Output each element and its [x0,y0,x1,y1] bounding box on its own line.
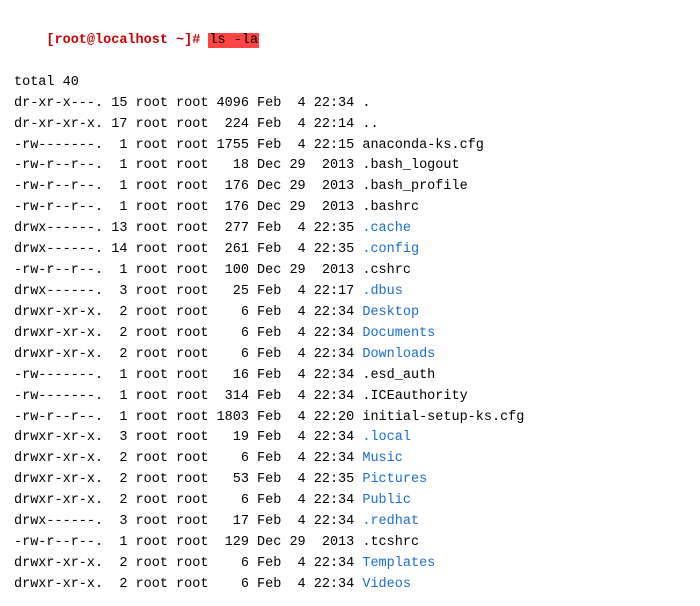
list-item: drwxr-xr-x. 2 root root 6 Feb 4 22:34 Te… [14,554,686,575]
file-meta: -rw-------. 1 root root 16 Feb 4 22:34 [14,368,362,383]
file-name: Downloads [362,347,435,362]
list-item: drwxr-xr-x. 2 root root 6 Feb 4 22:34 Do… [14,345,686,366]
file-name: .cache [362,221,411,236]
list-item: -rw-r--r--. 1 root root 176 Dec 29 2013 … [14,198,686,219]
file-meta: drwxr-xr-x. 2 root root 6 Feb 4 22:34 [14,577,362,592]
file-meta: -rw-r--r--. 1 root root 176 Dec 29 2013 [14,179,362,194]
list-item: -rw-r--r--. 1 root root 18 Dec 29 2013 .… [14,156,686,177]
file-meta: -rw-r--r--. 1 root root 18 Dec 29 2013 [14,158,362,173]
file-meta: -rw-r--r--. 1 root root 176 Dec 29 2013 [14,200,362,215]
file-meta: drwxr-xr-x. 2 root root 6 Feb 4 22:34 [14,347,362,362]
file-meta: drwx------. 3 root root 25 Feb 4 22:17 [14,284,362,299]
file-name: Public [362,493,411,508]
list-item: -rw-------. 1 root root 1755 Feb 4 22:15… [14,136,686,157]
file-meta: drwxr-xr-x. 2 root root 6 Feb 4 22:34 [14,493,362,508]
file-meta: -rw-------. 1 root root 314 Feb 4 22:34 [14,389,362,404]
file-name: Documents [362,326,435,341]
list-item: drwx------. 3 root root 25 Feb 4 22:17 .… [14,282,686,303]
file-name: Pictures [362,472,427,487]
file-name: .tcshrc [362,535,419,550]
file-meta: dr-xr-xr-x. 17 root root 224 Feb 4 22:14 [14,117,362,132]
list-item: dr-xr-xr-x. 17 root root 224 Feb 4 22:14… [14,115,686,136]
list-item: -rw-r--r--. 1 root root 1803 Feb 4 22:20… [14,408,686,429]
file-name: .esd_auth [362,368,435,383]
file-name: . [362,96,370,111]
list-item: drwxr-xr-x. 3 root root 19 Feb 4 22:34 .… [14,428,686,449]
file-name: .bash_logout [362,158,459,173]
list-item: drwxr-xr-x. 2 root root 6 Feb 4 22:34 De… [14,303,686,324]
list-item: drwx------. 14 root root 261 Feb 4 22:35… [14,240,686,261]
file-meta: drwxr-xr-x. 2 root root 53 Feb 4 22:35 [14,472,362,487]
file-meta: drwxr-xr-x. 2 root root 6 Feb 4 22:34 [14,556,362,571]
file-name: .bashrc [362,200,419,215]
list-item: drwxr-xr-x. 2 root root 6 Feb 4 22:34 Do… [14,324,686,345]
file-name: Music [362,451,403,466]
file-name: .cshrc [362,263,411,278]
list-item: drwxr-xr-x. 2 root root 6 Feb 4 22:34 Mu… [14,449,686,470]
file-listing: dr-xr-x---. 15 root root 4096 Feb 4 22:3… [14,94,686,596]
file-meta: drwx------. 3 root root 17 Feb 4 22:34 [14,514,362,529]
total-line: total 40 [14,73,686,94]
file-name: .redhat [362,514,419,529]
command-highlight: ls -la [208,33,259,48]
file-name: Desktop [362,305,419,320]
file-meta: drwxr-xr-x. 2 root root 6 Feb 4 22:34 [14,451,362,466]
list-item: -rw-r--r--. 1 root root 129 Dec 29 2013 … [14,533,686,554]
file-name: Templates [362,556,435,571]
file-name: Videos [362,577,411,592]
list-item: dr-xr-x---. 15 root root 4096 Feb 4 22:3… [14,94,686,115]
file-meta: drwxr-xr-x. 2 root root 6 Feb 4 22:34 [14,326,362,341]
file-name: .bash_profile [362,179,467,194]
prompt-user: [root@localhost ~]# [46,33,200,48]
list-item: drwxr-xr-x. 2 root root 6 Feb 4 22:34 Vi… [14,575,686,596]
file-meta: dr-xr-x---. 15 root root 4096 Feb 4 22:3… [14,96,362,111]
terminal-window: [root@localhost ~]# ls -la total 40 dr-x… [14,10,686,596]
file-meta: drwx------. 14 root root 261 Feb 4 22:35 [14,242,362,257]
file-meta: -rw-------. 1 root root 1755 Feb 4 22:15 [14,138,362,153]
list-item: drwxr-xr-x. 2 root root 6 Feb 4 22:34 Pu… [14,491,686,512]
list-item: drwx------. 3 root root 17 Feb 4 22:34 .… [14,512,686,533]
list-item: drwxr-xr-x. 2 root root 53 Feb 4 22:35 P… [14,470,686,491]
file-name: .. [362,117,378,132]
file-meta: -rw-r--r--. 1 root root 100 Dec 29 2013 [14,263,362,278]
list-item: -rw-------. 1 root root 16 Feb 4 22:34 .… [14,366,686,387]
file-name: .dbus [362,284,403,299]
list-item: -rw-------. 1 root root 314 Feb 4 22:34 … [14,387,686,408]
file-name: anaconda-ks.cfg [362,138,484,153]
file-name: .local [362,430,411,445]
list-item: drwx------. 13 root root 277 Feb 4 22:35… [14,219,686,240]
list-item: -rw-r--r--. 1 root root 176 Dec 29 2013 … [14,177,686,198]
prompt-line: [root@localhost ~]# ls -la [14,10,686,73]
file-meta: drwxr-xr-x. 2 root root 6 Feb 4 22:34 [14,305,362,320]
file-name: .config [362,242,419,257]
file-name: .ICEauthority [362,389,467,404]
file-meta: -rw-r--r--. 1 root root 1803 Feb 4 22:20 [14,410,362,425]
file-meta: -rw-r--r--. 1 root root 129 Dec 29 2013 [14,535,362,550]
file-meta: drwx------. 13 root root 277 Feb 4 22:35 [14,221,362,236]
file-name: initial-setup-ks.cfg [362,410,524,425]
list-item: -rw-r--r--. 1 root root 100 Dec 29 2013 … [14,261,686,282]
file-meta: drwxr-xr-x. 3 root root 19 Feb 4 22:34 [14,430,362,445]
